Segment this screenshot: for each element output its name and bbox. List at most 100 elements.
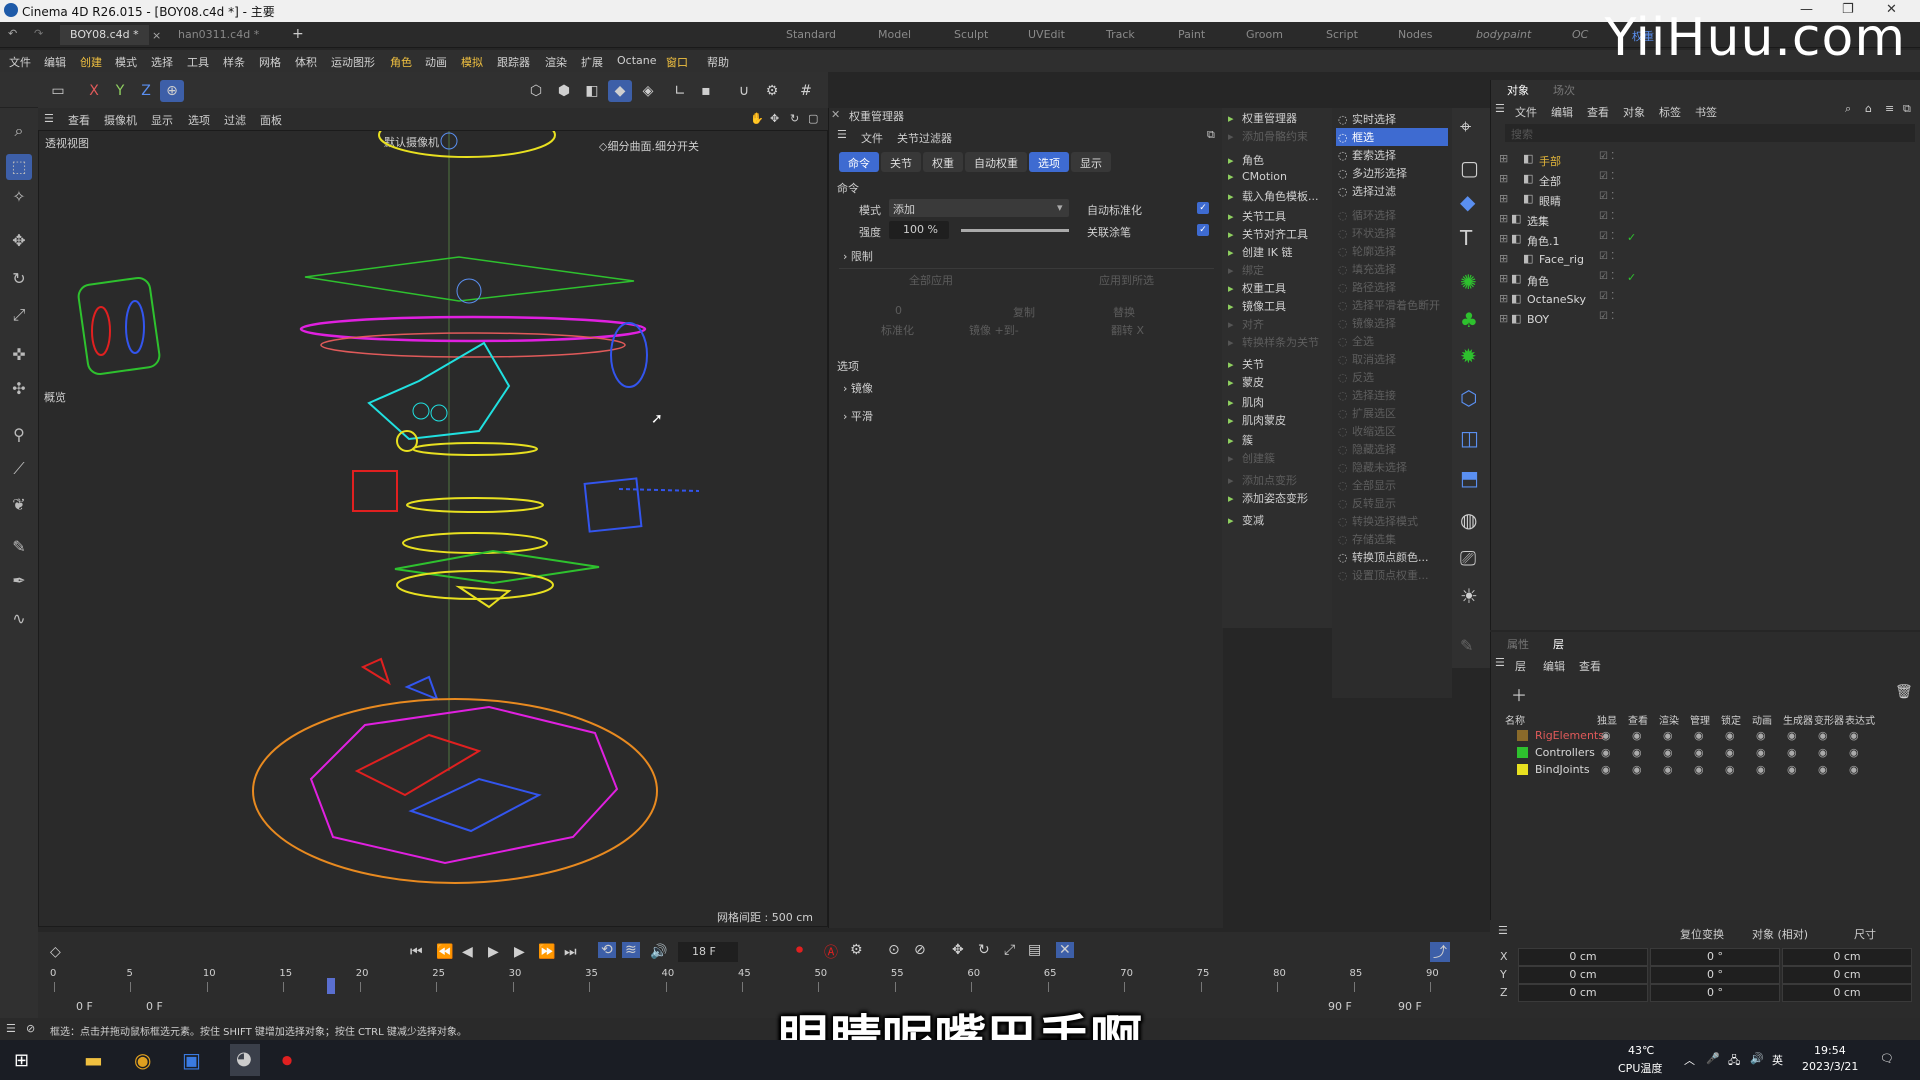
layout-paint[interactable]: Paint	[1178, 28, 1205, 41]
vmenu-view[interactable]: 查看	[68, 112, 90, 128]
om-menu-view[interactable]: 查看	[1587, 104, 1609, 120]
select-menu-item[interactable]: ◌ 反选	[1336, 368, 1448, 386]
chrome-icon[interactable]: ◉	[134, 1048, 151, 1072]
layout-model[interactable]: Model	[878, 28, 911, 41]
lm-menu-icon[interactable]: ☰	[1495, 656, 1505, 669]
normalize-button[interactable]: 标准化	[881, 322, 914, 338]
tray-chevron-icon[interactable]: ︿	[1684, 1052, 1695, 1068]
select-menu-item[interactable]: ◌ 反转显示	[1336, 494, 1448, 512]
char-menu-item[interactable]: ▸ 添加点变形	[1228, 472, 1297, 488]
char-menu-item[interactable]: ▸ 权重管理器	[1228, 110, 1297, 126]
mode-dropdown[interactable]: 添加 ▾	[889, 199, 1069, 217]
select-menu-item[interactable]: ◌ 多边形选择	[1336, 164, 1448, 182]
apply-selected-button[interactable]: 应用到所选	[1099, 272, 1154, 288]
layer-row[interactable]: BindJoints ◉ ◉ ◉ ◉ ◉ ◉ ◉ ◉ ◉	[1491, 762, 1920, 778]
axis-z-button[interactable]: Z	[134, 80, 158, 102]
wm-popout-icon[interactable]: ⧉	[1207, 128, 1215, 142]
key-rot-icon[interactable]: ⊘	[914, 942, 926, 958]
replace-button[interactable]: 替换	[1113, 304, 1135, 320]
layer-column-header[interactable]: 名称	[1505, 712, 1525, 727]
weight-tool-icon[interactable]: ❦	[6, 492, 32, 518]
rotate-tool-icon[interactable]: ↻	[6, 266, 32, 292]
layout-standard[interactable]: Standard	[786, 28, 836, 41]
move-view-icon[interactable]: ✥	[770, 112, 779, 125]
select-menu-item[interactable]: ◌ 环状选择	[1336, 224, 1448, 242]
select-menu-item[interactable]: ◌ 路径选择	[1336, 278, 1448, 296]
layer-column-header[interactable]: 渲染	[1659, 712, 1679, 727]
layout-sculpt[interactable]: Sculpt	[954, 28, 988, 41]
play-icon[interactable]: ▶	[488, 944, 499, 960]
layer-toggle-icon[interactable]: ◉	[1787, 746, 1797, 759]
menu-extensions[interactable]: 扩展	[581, 54, 603, 70]
char-menu-item[interactable]: ▸ 对齐	[1228, 316, 1264, 332]
close-tab-icon[interactable]: ×	[152, 29, 161, 42]
tab-commands[interactable]: 命令	[839, 152, 879, 172]
mirror-pm-button[interactable]: 镜像 +到-	[969, 322, 1019, 338]
maximize-view-icon[interactable]: ▢	[808, 112, 818, 125]
layer-column-header[interactable]: 查看	[1628, 712, 1648, 727]
layer-toggle-icon[interactable]: ◉	[1725, 763, 1735, 776]
menu-tracker[interactable]: 跟踪器	[497, 54, 530, 70]
tab-objects[interactable]: 对象	[1507, 82, 1529, 98]
object-row[interactable]: ⊞ ◧ 手部 ☑ ⁚	[1491, 150, 1920, 168]
select-menu-item[interactable]: ◌ 选择平滑着色断开	[1336, 296, 1448, 314]
wm-menu-icon[interactable]: ☰	[837, 128, 847, 141]
camera-object-icon[interactable]: ⌖	[1460, 114, 1471, 138]
edges-mode-icon[interactable]: ⬢	[552, 80, 576, 102]
layer-toggle-icon[interactable]: ◉	[1632, 729, 1642, 742]
select-menu-item[interactable]: ◌ 填充选择	[1336, 260, 1448, 278]
layer-toggle-icon[interactable]: ◉	[1663, 729, 1673, 742]
recorder-icon[interactable]: ⏺	[282, 1048, 292, 1072]
layout-nodes[interactable]: Nodes	[1398, 28, 1432, 41]
select-menu-item[interactable]: ◌ 镜像选择	[1336, 314, 1448, 332]
rotation-field[interactable]: 0 °	[1650, 966, 1780, 984]
notification-icon[interactable]: 🗨	[1880, 1052, 1894, 1065]
pen-tool-icon[interactable]: ✒	[6, 568, 32, 594]
axis-x-button[interactable]: X	[82, 80, 106, 102]
layer-toggle-icon[interactable]: ◉	[1601, 729, 1611, 742]
frame-field[interactable]: 18 F	[678, 942, 738, 962]
select-menu-item[interactable]: ◌ 循环选择	[1336, 206, 1448, 224]
keyframe-settings-icon[interactable]: ⚙	[850, 942, 863, 958]
spline-tool-icon[interactable]: ∿	[6, 606, 32, 632]
position-field[interactable]: 0 cm	[1518, 948, 1648, 966]
char-menu-item[interactable]: ▸ 关节	[1228, 356, 1264, 372]
network-icon[interactable]: 🖧	[1728, 1052, 1740, 1071]
edit-icon[interactable]: ✎	[1460, 636, 1473, 655]
select-menu-item[interactable]: ◌ 选择过滤	[1336, 182, 1448, 200]
tab-takes[interactable]: 场次	[1553, 82, 1575, 98]
visibility-toggle[interactable]: ☑ ⁚	[1599, 211, 1614, 222]
select-menu-item[interactable]: ◌ 收缩选区	[1336, 422, 1448, 440]
layer-column-header[interactable]: 变形器	[1814, 712, 1844, 727]
expand-icon[interactable]: ⊞	[1499, 292, 1508, 305]
tab-weights[interactable]: 权重	[923, 152, 963, 172]
brush-tool-icon[interactable]: ✎	[6, 534, 32, 560]
snap-tool-icon[interactable]: ✣	[6, 376, 32, 402]
vmenu-cameras[interactable]: 摄像机	[104, 112, 137, 128]
layer-toggle-icon[interactable]: ◉	[1601, 746, 1611, 759]
object-row[interactable]: ⊞ ◧ 角色 ☑ ⁚ ✓	[1491, 270, 1920, 288]
char-menu-item[interactable]: ▸ 转换样条为关节	[1228, 334, 1319, 350]
layout-groom[interactable]: Groom	[1246, 28, 1283, 41]
layer-toggle-icon[interactable]: ◉	[1632, 746, 1642, 759]
select-menu-item[interactable]: ◌ 全选	[1336, 332, 1448, 350]
menu-window[interactable]: 窗口	[666, 54, 688, 70]
loop-icon[interactable]: ⟲	[598, 942, 616, 958]
settings-icon[interactable]: ⚙	[760, 80, 784, 102]
volume-icon[interactable]: 🔊	[1750, 1052, 1764, 1065]
vmenu-options[interactable]: 选项	[188, 112, 210, 128]
layout-script[interactable]: Script	[1326, 28, 1358, 41]
menu-select[interactable]: 选择	[151, 54, 173, 70]
key-rotate-icon[interactable]: ↻	[978, 942, 990, 958]
perspective-viewport[interactable]: 透视视图 默认摄像机 ◇细分曲面.细分开关 概览 网格间距 : 500 cm ➚	[38, 130, 828, 927]
record-icon[interactable]: ⏺	[796, 942, 803, 958]
menu-file[interactable]: 文件	[9, 54, 31, 70]
om-menu-bookmarks[interactable]: 书签	[1695, 104, 1717, 120]
viewport-hamburger-icon[interactable]: ☰	[44, 112, 54, 125]
environment-icon[interactable]: ◍	[1460, 508, 1477, 532]
layer-toggle-icon[interactable]: ◉	[1694, 729, 1704, 742]
layer-toggle-icon[interactable]: ◉	[1632, 763, 1642, 776]
camera-icon[interactable]: ⎚	[1460, 546, 1476, 570]
layer-color-swatch[interactable]	[1517, 747, 1528, 758]
transform-tool-icon[interactable]: ✜	[6, 342, 32, 368]
